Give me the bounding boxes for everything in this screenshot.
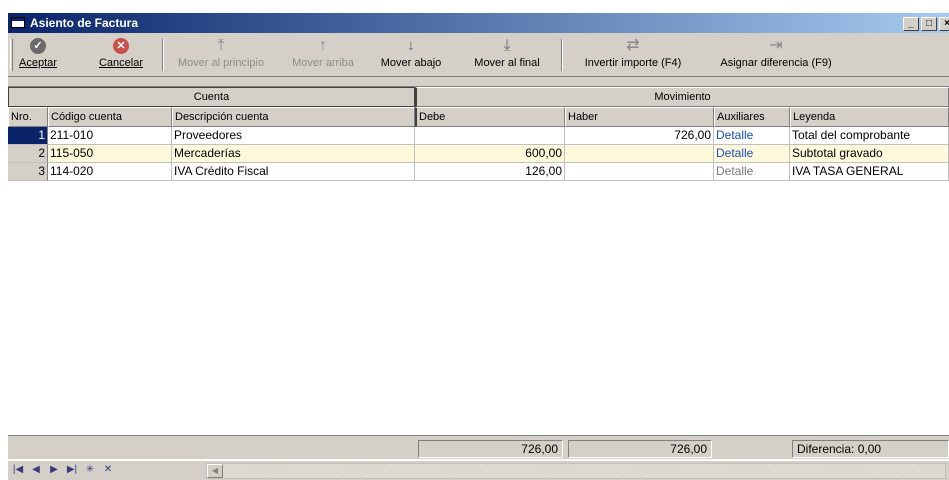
toolbar-separator <box>162 39 164 71</box>
move-up-button[interactable]: ↑ Mover arriba <box>283 35 363 75</box>
cancel-button[interactable]: ✕ Cancelar <box>94 35 148 75</box>
column-header-leyenda[interactable]: Leyenda <box>790 107 949 127</box>
table-cell-codigo[interactable]: 211-010 <box>48 127 172 145</box>
table-cell-debe[interactable] <box>415 127 565 145</box>
table-cell-haber[interactable] <box>565 163 714 181</box>
total-haber: 726,00 <box>568 440 712 458</box>
detalle-link[interactable]: Detalle <box>714 145 790 163</box>
window-controls: _ □ × <box>901 15 949 31</box>
maximize-button[interactable]: □ <box>921 17 937 31</box>
table-cell-descripcion[interactable]: IVA Crédito Fiscal <box>172 163 415 181</box>
assign-button[interactable]: ⇥ Asignar diferencia (F9) <box>708 35 844 75</box>
row-number[interactable]: 3 <box>8 163 48 181</box>
move-down-label: Mover abajo <box>380 57 442 69</box>
x-circle-icon: ✕ <box>113 38 129 54</box>
scroll-left-icon[interactable]: ◀ <box>207 464 223 478</box>
toolbar-separator <box>561 39 563 71</box>
group-header-cuenta: Cuenta <box>8 87 415 107</box>
total-debe: 726,00 <box>418 440 563 458</box>
next-record-icon[interactable]: ▶ <box>47 463 61 477</box>
column-header-descripcion[interactable]: Descripción cuenta <box>172 107 415 127</box>
window-icon <box>11 17 25 28</box>
move-last-icon: ⤓ <box>503 37 511 54</box>
assign-label: Asignar diferencia (F9) <box>720 57 832 69</box>
asiento-window: Asiento de Factura _ □ × ✓ Aceptar ✕ Cance… <box>8 13 949 480</box>
column-header-codigo[interactable]: Código cuenta <box>48 107 172 127</box>
close-button[interactable]: × <box>939 17 949 31</box>
column-header-nro[interactable]: Nro. <box>8 107 48 127</box>
accept-button[interactable]: ✓ Aceptar <box>16 35 60 75</box>
record-navigator: |◀ ◀ ▶ ▶| ✳ ✕ ◀ <box>8 460 949 480</box>
move-last-label: Mover al final <box>474 57 540 69</box>
move-up-icon: ↑ <box>319 37 327 54</box>
detalle-link[interactable]: Detalle <box>714 163 790 181</box>
column-header-debe[interactable]: Debe <box>415 107 565 127</box>
table-cell-descripcion[interactable]: Proveedores <box>172 127 415 145</box>
cancel-label: Cancelar <box>98 57 144 69</box>
table-cell-descripcion[interactable]: Mercaderías <box>172 145 415 163</box>
detalle-link[interactable]: Detalle <box>714 127 790 145</box>
table-cell-debe[interactable]: 600,00 <box>415 145 565 163</box>
first-record-icon[interactable]: |◀ <box>11 463 25 477</box>
assign-icon: ⇥ <box>769 37 783 54</box>
column-header-haber[interactable]: Haber <box>565 107 714 127</box>
insert-record-icon[interactable]: ✳ <box>83 463 97 477</box>
delete-record-icon[interactable]: ✕ <box>101 463 115 477</box>
asiento-grid[interactable]: Cuenta Movimiento Nro. Código cuenta Des… <box>8 86 949 461</box>
check-icon: ✓ <box>30 38 46 54</box>
row-number[interactable]: 1 <box>8 127 48 145</box>
move-first-button[interactable]: ⤒ Mover al principio <box>168 35 274 75</box>
move-first-label: Mover al principio <box>177 57 265 69</box>
last-record-icon[interactable]: ▶| <box>65 463 79 477</box>
group-header-movimiento: Movimiento <box>415 87 949 107</box>
move-up-label: Mover arriba <box>292 57 354 69</box>
window-title: Asiento de Factura <box>30 16 139 30</box>
table-cell-codigo[interactable]: 114-020 <box>48 163 172 181</box>
column-header-auxiliares[interactable]: Auxiliares <box>714 107 790 127</box>
toolbar: ✓ Aceptar ✕ Cancelar ⤒ Mover al principi… <box>8 33 949 77</box>
totals-footer: 726,00 726,00 Diferencia: 0,00 <box>8 435 949 459</box>
prior-record-icon[interactable]: ◀ <box>29 463 43 477</box>
table-cell-debe[interactable]: 126,00 <box>415 163 565 181</box>
table-cell-leyenda[interactable]: Total del comprobante <box>790 127 949 145</box>
accept-label: Aceptar <box>19 57 57 69</box>
table-cell-leyenda[interactable]: Subtotal gravado <box>790 145 949 163</box>
move-first-icon: ⤒ <box>217 37 225 54</box>
table-cell-haber[interactable]: 726,00 <box>565 127 714 145</box>
move-down-button[interactable]: ↓ Mover abajo <box>370 35 452 75</box>
title-bar[interactable]: Asiento de Factura _ □ × <box>8 13 949 33</box>
invert-icon: ⇄ <box>626 37 640 54</box>
move-last-button[interactable]: ⤓ Mover al final <box>464 35 550 75</box>
table-cell-leyenda[interactable]: IVA TASA GENERAL <box>790 163 949 181</box>
invert-button[interactable]: ⇄ Invertir importe (F4) <box>568 35 698 75</box>
invert-label: Invertir importe (F4) <box>584 57 682 69</box>
toolbar-grip[interactable] <box>10 39 13 71</box>
move-down-icon: ↓ <box>407 37 415 54</box>
minimize-button[interactable]: _ <box>903 17 919 31</box>
row-number[interactable]: 2 <box>8 145 48 163</box>
table-cell-codigo[interactable]: 115-050 <box>48 145 172 163</box>
table-cell-haber[interactable] <box>565 145 714 163</box>
difference-value: Diferencia: 0,00 <box>792 440 949 458</box>
horizontal-scrollbar[interactable]: ◀ <box>206 463 946 479</box>
